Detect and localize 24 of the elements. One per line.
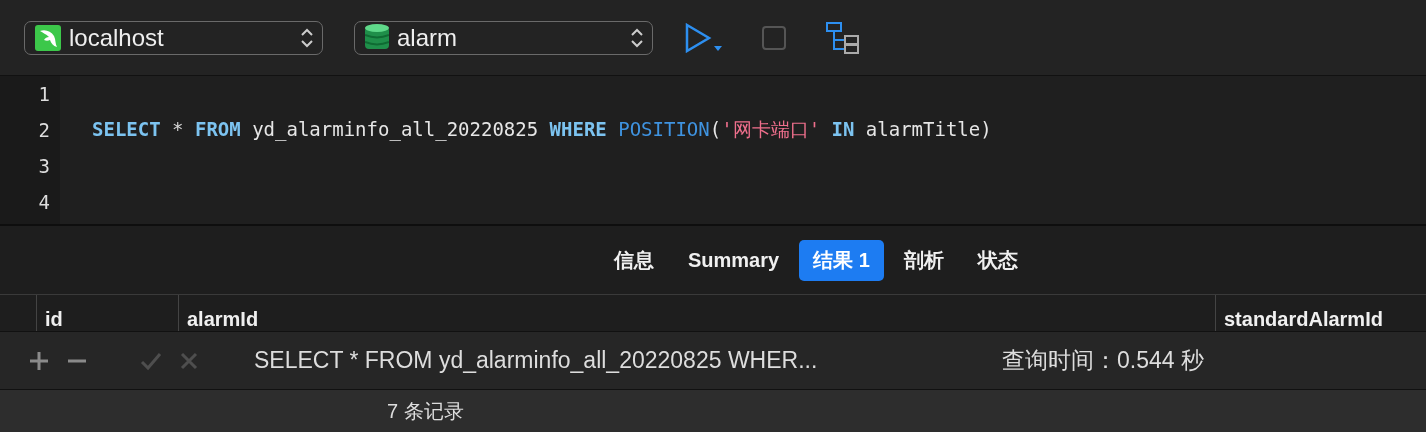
result-tab[interactable]: Summary [674, 241, 794, 279]
database-select[interactable]: alarm [354, 20, 653, 55]
result-tab[interactable]: 信息 [600, 239, 668, 281]
connection-value: localhost [69, 23, 165, 52]
connection-select[interactable]: localhost [24, 20, 323, 55]
hierarchy-icon[interactable] [826, 21, 860, 54]
line-number: 1 [38, 83, 50, 105]
run-icon[interactable] [684, 22, 724, 53]
query-text: SELECT * FROM yd_alarminfo_all_20220825 WHER... [254, 347, 819, 374]
database-value: alarm [397, 23, 458, 52]
line-number: 2 [38, 119, 50, 141]
result-tab[interactable]: 结果 1 [799, 239, 884, 281]
query-time: 查询时间：0.544 秒 [1002, 346, 1204, 375]
plus-icon[interactable] [28, 349, 50, 372]
database-icon [365, 23, 389, 52]
result-tab[interactable]: 剖析 [889, 239, 958, 281]
record-count: 7 条记录 [387, 399, 464, 424]
dolphin-icon [35, 24, 61, 51]
result-tab[interactable]: 状态 [963, 239, 1032, 281]
line-number: 3 [38, 155, 50, 177]
stepper-icon [630, 26, 644, 49]
stepper-icon [300, 26, 314, 49]
sql-code-line: SELECT * FROM yd_alarminfo_all_20220825 WHERE POSITION('网卡端口' IN alarmTitle) [92, 117, 992, 143]
line-number: 4 [38, 191, 50, 213]
